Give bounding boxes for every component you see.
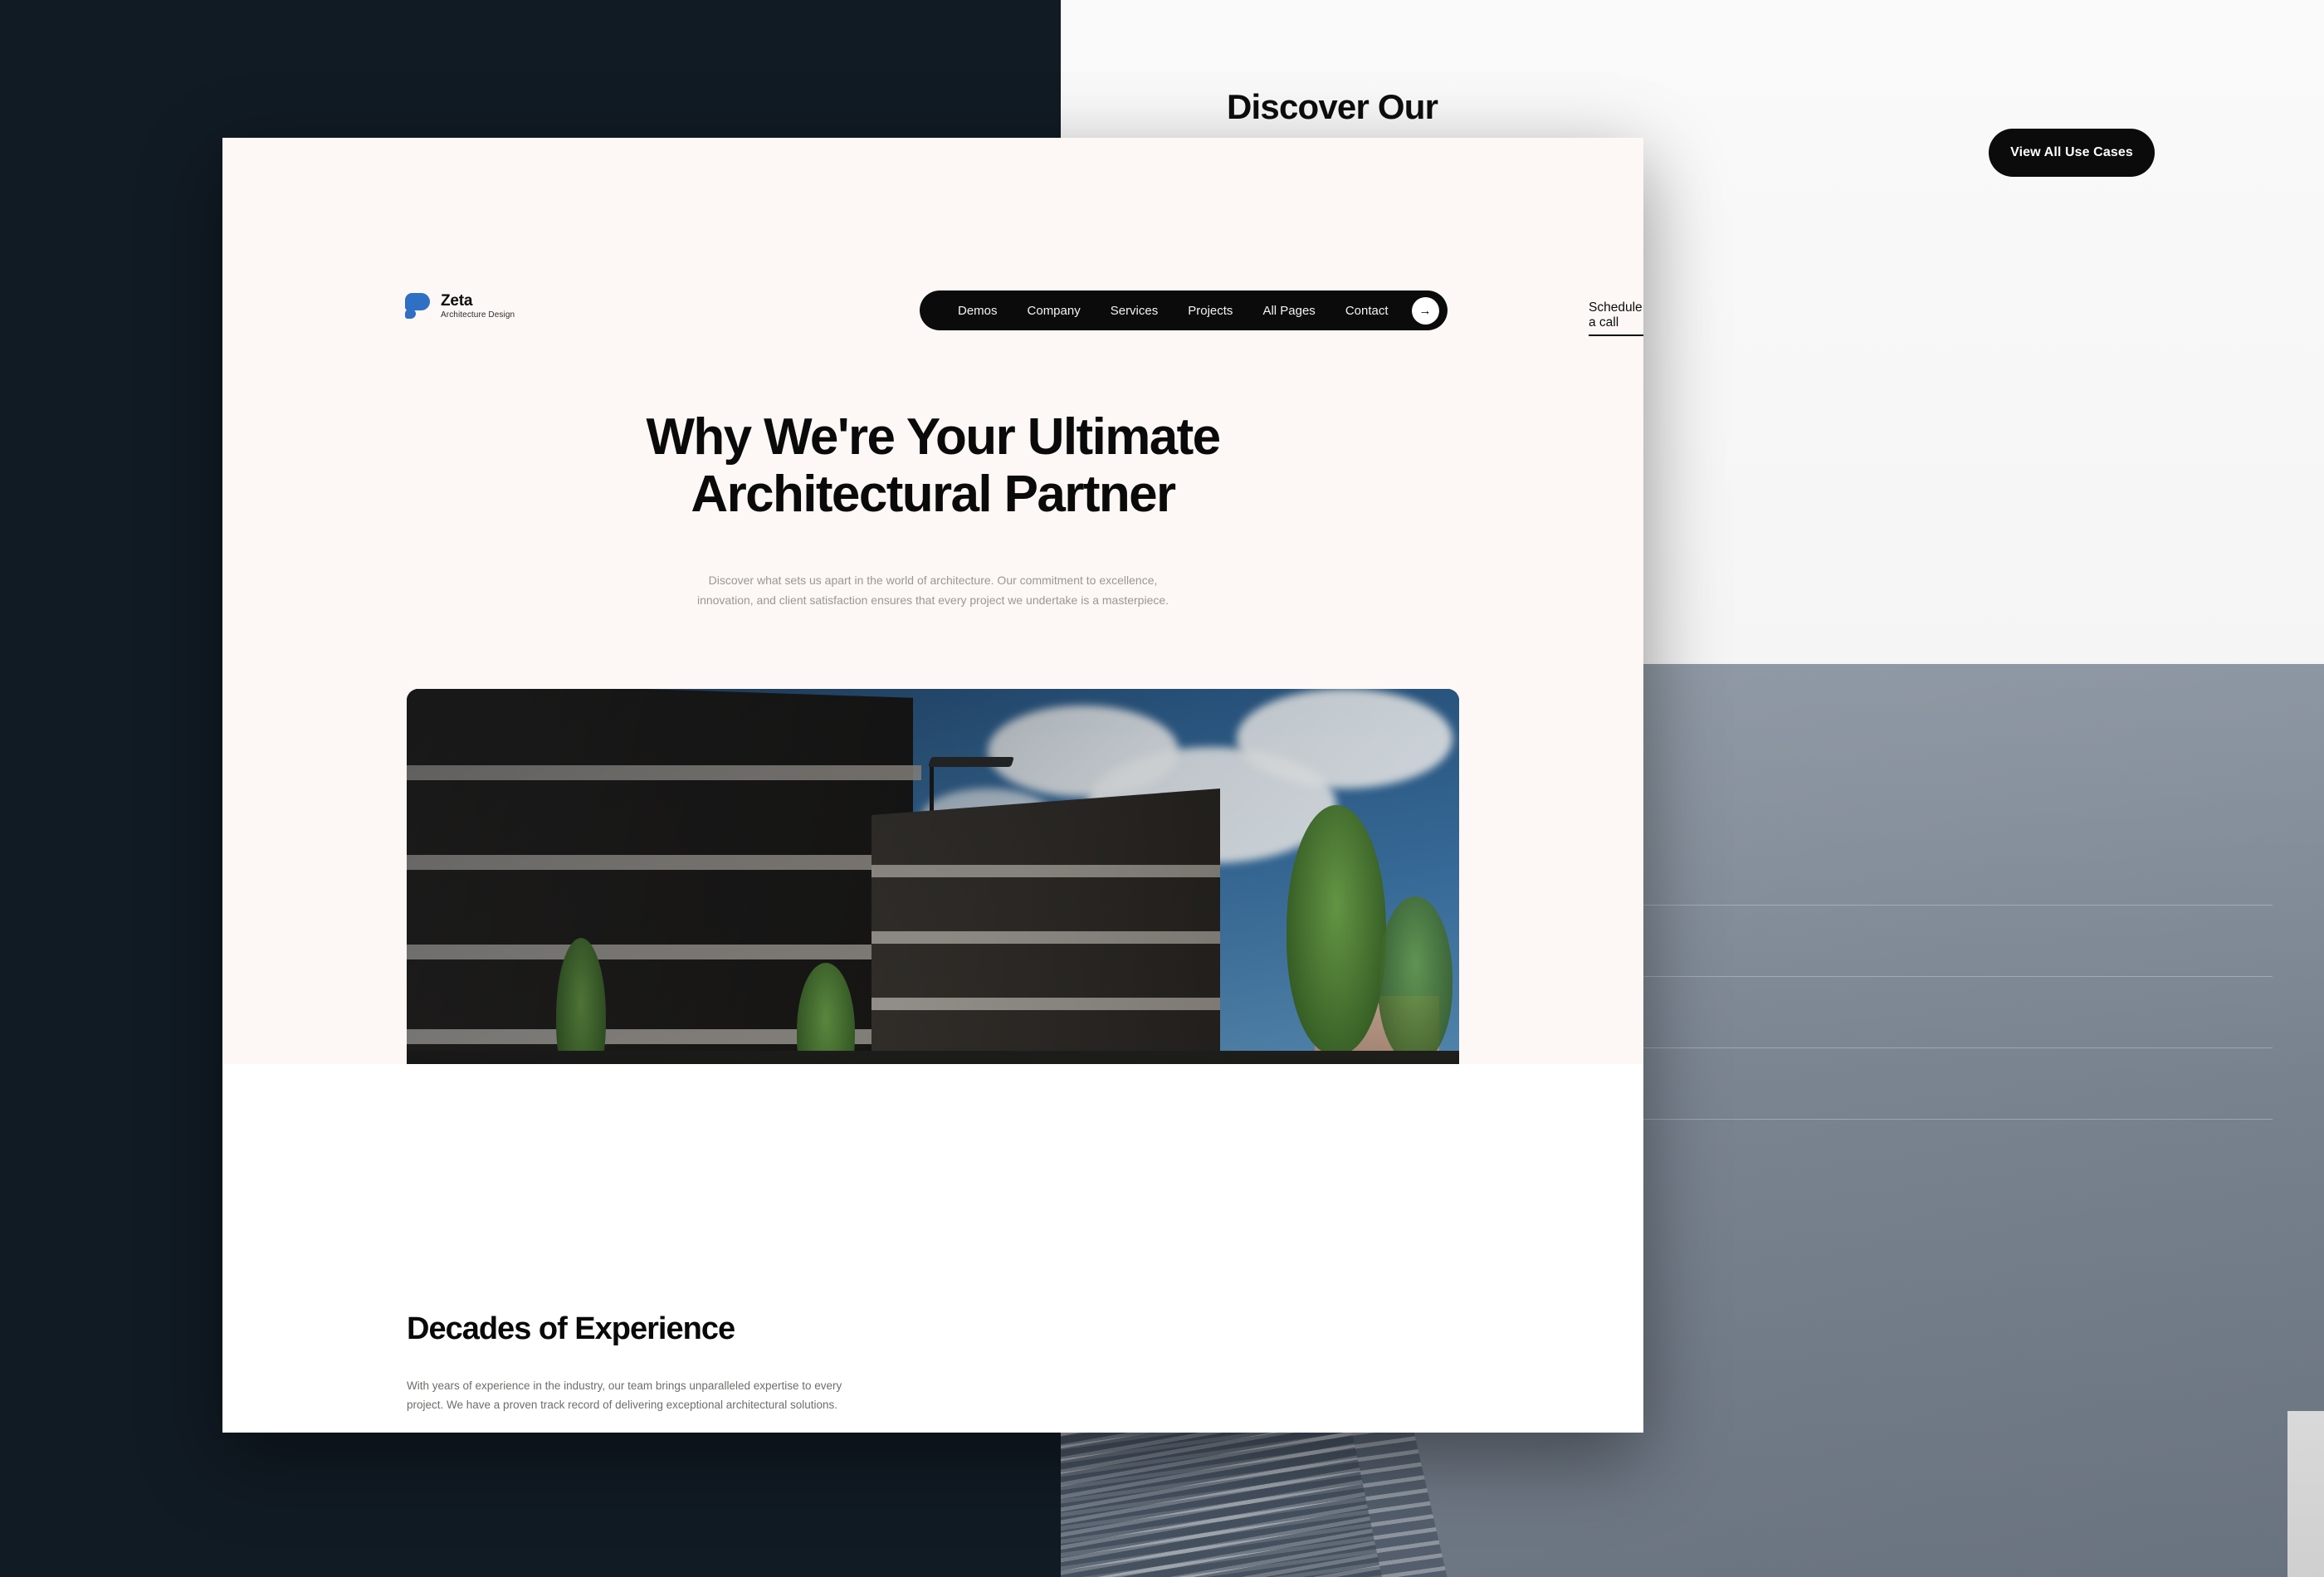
section-title: Discover Our [1227,87,1438,126]
arrow-right-icon[interactable]: → [1411,296,1439,325]
logo-name: Zeta [441,291,473,310]
logo-tagline: Architecture Design [441,310,515,320]
nav-item-demos[interactable]: Demos [943,304,1013,318]
experience-heading: Decades of Experience [407,1311,735,1346]
hero-building-image [407,689,1459,1102]
nav-item-all-pages[interactable]: All Pages [1247,304,1330,318]
experience-body: With years of experience in the industry… [407,1379,842,1412]
nav-item-company[interactable]: Company [1013,304,1096,318]
nav-item-contact[interactable]: Contact [1330,304,1404,318]
view-all-use-cases-button[interactable]: View All Use Cases [1989,129,2155,177]
page-subtitle: Discover what sets us apart in the world… [696,574,1169,607]
main-navigation: Demos Company Services Projects All Page… [920,290,1448,330]
speech-bubble-icon [403,292,432,320]
site-logo[interactable]: Zeta Architecture Design [403,292,515,320]
testimonial-author-photo [2287,1411,2324,1577]
page-title: Why We're Your Ultimate Architectural Pa… [646,408,1221,524]
foreground-browser-window: Zeta Architecture Design Demos Company S… [222,138,1643,1433]
schedule-a-call-link[interactable]: Schedule a call [1589,300,1643,336]
nav-item-projects[interactable]: Projects [1173,304,1247,318]
nav-item-services[interactable]: Services [1096,304,1174,318]
